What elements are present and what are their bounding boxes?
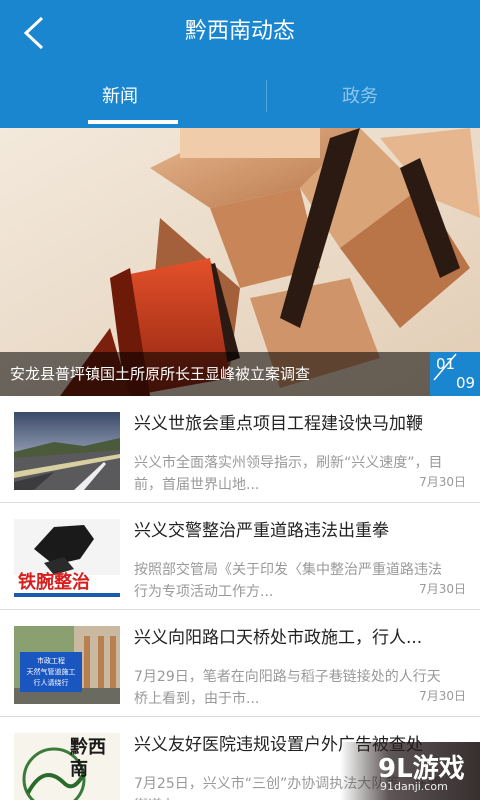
- news-thumbnail: 黔西南: [14, 733, 120, 800]
- news-thumbnail: 铁腕整治: [14, 519, 120, 597]
- news-title: 兴义世旅会重点项目工程建设快马加鞭: [134, 414, 423, 434]
- tab-news[interactable]: 新闻: [0, 64, 240, 128]
- construction-sign-text: 市政工程 天然气管道施工 行人请绕行: [26, 657, 76, 687]
- news-item[interactable]: 铁腕整治 兴义交警整治严重道路违法出重拳 按照部交管局《关于印发〈集中整治严重道…: [0, 503, 480, 610]
- app-header: 黔西南动态: [0, 0, 480, 64]
- news-list: 兴义世旅会重点项目工程建设快马加鞭 兴义市全面落实州领导指示，刷新“兴义速度”，…: [0, 396, 480, 800]
- banner-caption-text: 安龙县普坪镇国土所原所长王显峰被立案调查: [10, 365, 311, 383]
- news-date: 7月30日: [415, 472, 466, 492]
- highway-photo: [14, 412, 120, 490]
- news-summary: 7月29日，笔者在向阳路与稻子巷链接处的人行天桥上看到，由于市...: [134, 669, 441, 707]
- news-item[interactable]: 兴义世旅会重点项目工程建设快马加鞭 兴义市全面落实州领导指示，刷新“兴义速度”，…: [0, 396, 480, 503]
- tab-government-label: 政务: [342, 86, 378, 107]
- tab-news-label: 新闻: [102, 86, 138, 107]
- news-date: 7月30日: [415, 579, 466, 599]
- fist-poster-caption: 铁腕整治: [18, 572, 90, 593]
- news-title: 兴义向阳路口天桥处市政施工，行人...: [134, 628, 423, 648]
- banner-total-pages: 09: [456, 374, 476, 392]
- news-thumbnail: [14, 412, 120, 490]
- banner-caption: 安龙县普坪镇国土所原所长王显峰被立案调查: [0, 352, 430, 396]
- news-title: 兴义交警整治严重道路违法出重拳: [134, 521, 389, 541]
- watermark-url: 91danji.com: [380, 780, 448, 793]
- news-summary: 兴义市全面落实州领导指示，刷新“兴义速度”，目前，首届世界山地...: [134, 455, 443, 493]
- news-item[interactable]: 市政工程 天然气管道施工 行人请绕行 兴义向阳路口天桥处市政施工，行人... 7…: [0, 610, 480, 717]
- tab-bar: 新闻 政务: [0, 64, 480, 128]
- news-date: 7月30日: [415, 686, 466, 706]
- site-watermark: 9L游戏 91danji.com: [340, 742, 480, 800]
- page-title: 黔西南动态: [184, 19, 295, 44]
- banner-page-indicator: 01 09: [430, 352, 480, 396]
- news-summary: 按照部交管局《关于印发〈集中整治严重道路违法行为专项活动工作方...: [134, 562, 442, 600]
- calligraphy-logo-text: 黔西南: [70, 737, 106, 780]
- headline-banner[interactable]: 安龙县普坪镇国土所原所长王显峰被立案调查 01 09: [0, 128, 480, 396]
- tab-government[interactable]: 政务: [240, 64, 480, 128]
- active-tab-indicator: [88, 120, 178, 124]
- news-thumbnail: 市政工程 天然气管道施工 行人请绕行: [14, 626, 120, 704]
